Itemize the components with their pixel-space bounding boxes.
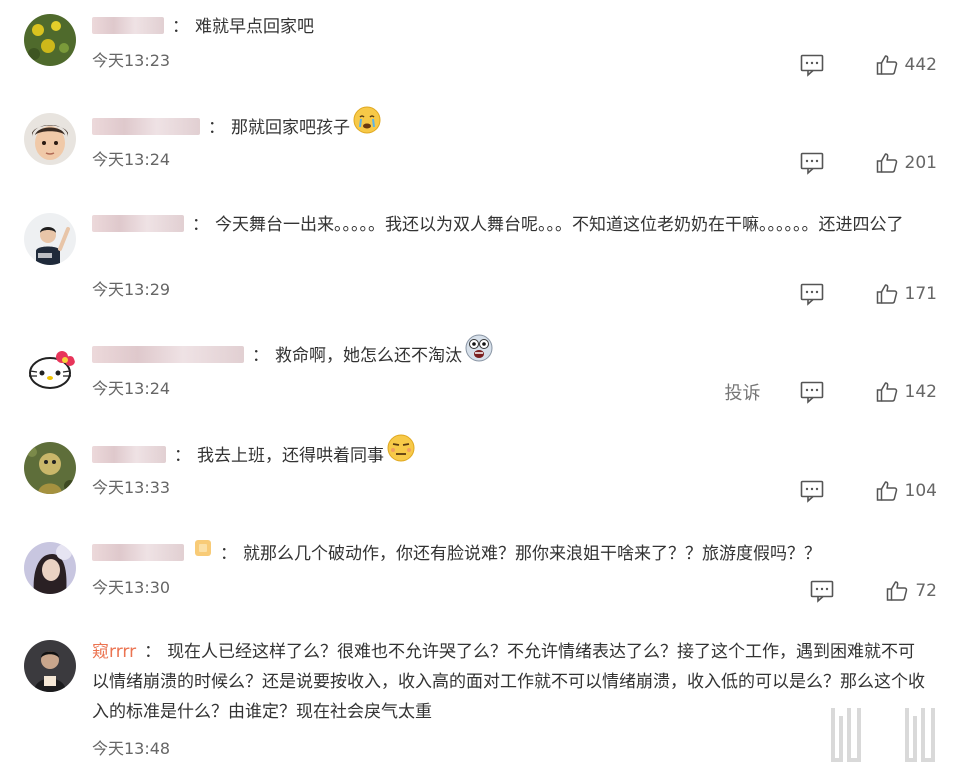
- like-button[interactable]: 142: [875, 380, 937, 404]
- comment-time: 今天13:48: [92, 739, 171, 758]
- username-separator: ：: [208, 118, 225, 138]
- username-separator: ：: [192, 215, 209, 235]
- like-count: 442: [904, 55, 937, 75]
- comment-text: 就那么几个破动作，你还有脸说难？那你来浪姐干啥来了？？旅游度假吗？？: [243, 544, 821, 564]
- scared-face-emoji: [464, 333, 494, 373]
- username-separator: ：: [220, 544, 237, 564]
- report-button[interactable]: 投诉: [725, 379, 761, 405]
- comment-time: 今天13:29: [92, 280, 171, 299]
- avatar[interactable]: [24, 343, 76, 395]
- watermark: [829, 706, 937, 762]
- username[interactable]: [92, 543, 184, 561]
- like-button[interactable]: 171: [875, 282, 937, 306]
- like-count: 171: [904, 284, 937, 304]
- username-separator: ：: [172, 17, 189, 37]
- username[interactable]: [92, 214, 184, 232]
- comment-text: 难就早点回家吧: [195, 17, 314, 37]
- like-count: 142: [904, 382, 937, 402]
- comment-text: 今天舞台一出来。。。。。我还以为双人舞台呢。。。不知道这位老奶奶在干嘛。。。。。…: [215, 215, 904, 235]
- like-button[interactable]: 72: [885, 579, 937, 603]
- thumbs-up-icon: [876, 55, 897, 75]
- thumbs-up-icon: [876, 284, 897, 304]
- thumbs-up-icon: [876, 153, 897, 173]
- username[interactable]: 窥rrrr: [92, 637, 136, 667]
- like-button[interactable]: 104: [875, 479, 937, 503]
- username-separator: ：: [174, 446, 191, 466]
- comment-text: 救命啊，她怎么还不淘汰: [275, 346, 462, 366]
- like-button[interactable]: 442: [875, 53, 937, 77]
- avatar[interactable]: [24, 542, 76, 594]
- avatar[interactable]: [24, 14, 76, 66]
- comment-icon[interactable]: [799, 150, 825, 176]
- comment-time: 今天13:23: [92, 51, 171, 70]
- comment-time: 今天13:24: [92, 379, 171, 398]
- comment-time: 今天13:24: [92, 150, 171, 169]
- comment-time: 今天13:30: [92, 578, 171, 597]
- comment-icon[interactable]: [799, 478, 825, 504]
- comment-time: 今天13:33: [92, 478, 171, 497]
- speechless-face-emoji: [386, 433, 416, 473]
- avatar[interactable]: [24, 640, 76, 692]
- username[interactable]: [92, 16, 164, 34]
- username[interactable]: [92, 117, 200, 135]
- username[interactable]: [92, 345, 244, 363]
- like-button[interactable]: 201: [875, 151, 937, 175]
- vip-badge-icon: [194, 537, 212, 567]
- watermark-mark: [831, 708, 861, 762]
- thumbs-up-icon: [876, 481, 897, 501]
- like-count: 72: [915, 581, 937, 601]
- username-separator: ：: [252, 346, 269, 366]
- avatar[interactable]: [24, 442, 76, 494]
- like-count: 201: [904, 153, 937, 173]
- username-separator: ：: [144, 642, 162, 662]
- avatar[interactable]: [24, 213, 76, 265]
- like-count: 104: [904, 481, 937, 501]
- avatar[interactable]: [24, 113, 76, 165]
- comment-icon[interactable]: [809, 578, 835, 604]
- comment-text: 那就回家吧孩子: [231, 118, 350, 138]
- crying-face-emoji: [352, 105, 382, 145]
- watermark-mark: [905, 708, 935, 762]
- comment-icon[interactable]: [799, 52, 825, 78]
- thumbs-up-icon: [887, 581, 908, 601]
- username[interactable]: [92, 445, 166, 463]
- comment-text: 我去上班，还得哄着同事: [197, 446, 384, 466]
- comment-icon[interactable]: [799, 281, 825, 307]
- comment-text: 现在人已经这样了么？很难也不允许哭了么？不允许情绪表达了么？接了这个工作，遇到困…: [92, 642, 925, 722]
- thumbs-up-icon: [876, 382, 897, 402]
- comment-icon[interactable]: [799, 379, 825, 405]
